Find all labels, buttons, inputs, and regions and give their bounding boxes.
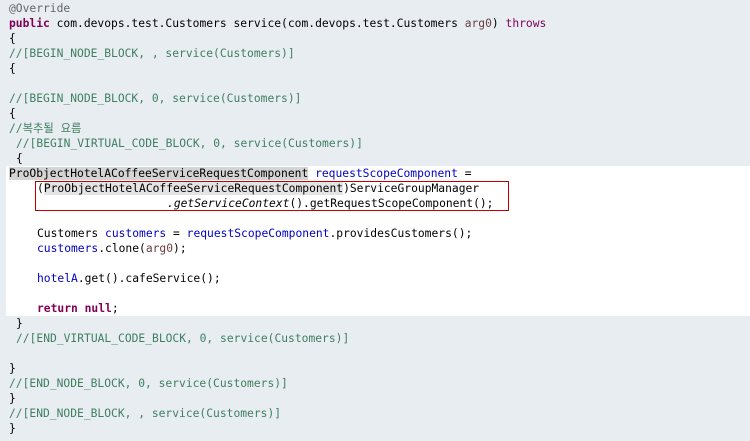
- code-line-5: {: [9, 61, 16, 76]
- code-line-17: customers.clone(arg0);: [37, 241, 187, 256]
- open-brace: {: [9, 32, 16, 45]
- arg0-ref: arg0: [145, 242, 174, 255]
- public-keyword: public: [9, 17, 50, 30]
- code-line-2: public com.devops.test.Customers service…: [9, 16, 546, 31]
- return-keyword: return: [37, 302, 78, 315]
- parameter-arg0: arg0: [464, 17, 492, 30]
- close-brace: }: [9, 362, 16, 375]
- override-annotation: @Override: [9, 2, 71, 15]
- open-brace: {: [9, 107, 16, 120]
- code-line-12: ProObjectHotelACoffeeServiceRequestCompo…: [9, 166, 472, 181]
- code-line-8: {: [9, 106, 16, 121]
- statement-end: ;: [111, 302, 119, 315]
- close-brace: }: [9, 392, 16, 405]
- close-brace: }: [9, 422, 16, 435]
- code-line-25: }: [9, 361, 16, 376]
- code-line-11: {: [16, 151, 23, 166]
- code-line-29: }: [9, 421, 16, 436]
- code-line-7: //[BEGIN_NODE_BLOCK, 0, service(Customer…: [9, 91, 301, 106]
- korean-comment: //복추될 요름: [9, 122, 82, 135]
- code-line-10: //[BEGIN_VIRTUAL_CODE_BLOCK, 0, service(…: [16, 136, 363, 151]
- customers-var: customers: [105, 227, 167, 240]
- code-line-26: //[END_NODE_BLOCK, 0, service(Customers)…: [9, 376, 288, 391]
- end-node-block-comment: //[END_NODE_BLOCK, , service(Customers)]: [9, 407, 282, 420]
- cafe-service-call: .get().cafeService();: [77, 272, 221, 285]
- assign-operator: =: [166, 227, 187, 240]
- statement-end: );: [173, 242, 187, 255]
- request-scope-component-ref: requestScopeComponent: [186, 227, 330, 240]
- end-node-block-comment: //[END_NODE_BLOCK, 0, service(Customers)…: [9, 377, 288, 390]
- code-line-19: hotelA.get().cafeService();: [37, 271, 221, 286]
- begin-virtual-code-block-comment: //[BEGIN_VIRTUAL_CODE_BLOCK, 0, service(…: [16, 137, 363, 150]
- hotelA-field: hotelA: [37, 272, 78, 285]
- code-line-27: }: [9, 391, 16, 406]
- request-scope-component-var: requestScopeComponent: [315, 167, 458, 180]
- open-brace: {: [9, 62, 16, 75]
- customers-type: Customers: [37, 227, 106, 240]
- code-line-22: }: [16, 316, 23, 331]
- code-line-4: //[BEGIN_NODE_BLOCK, , service(Customers…: [9, 46, 295, 61]
- method-signature: com.devops.test.Customers service(com.de…: [49, 17, 465, 30]
- selection-highlight-box: [35, 181, 509, 211]
- code-line-1: @Override: [9, 1, 70, 16]
- signature-close: ): [491, 17, 506, 30]
- close-brace: }: [16, 317, 23, 330]
- open-brace: {: [16, 152, 23, 165]
- customers-ref: customers: [37, 242, 99, 255]
- provides-customers-call: .providesCustomers();: [329, 227, 473, 240]
- clone-call: .clone(: [98, 242, 146, 255]
- begin-node-block-comment: //[BEGIN_NODE_BLOCK, 0, service(Customer…: [9, 92, 302, 105]
- begin-node-block-comment: //[BEGIN_NODE_BLOCK, , service(Customers…: [9, 47, 295, 60]
- code-editor[interactable]: @Override public com.devops.test.Custome…: [0, 0, 750, 441]
- code-line-16: Customers customers = requestScopeCompon…: [37, 226, 472, 241]
- code-line-21: return null;: [37, 301, 119, 316]
- assign-operator: =: [457, 167, 472, 180]
- null-keyword: null: [84, 302, 112, 315]
- code-line-23: //[END_VIRTUAL_CODE_BLOCK, 0, service(Cu…: [16, 331, 349, 346]
- code-line-9: //복추될 요름: [9, 121, 81, 136]
- end-virtual-code-block-comment: //[END_VIRTUAL_CODE_BLOCK, 0, service(Cu…: [16, 332, 350, 345]
- code-line-28: //[END_NODE_BLOCK, , service(Customers)]: [9, 406, 281, 421]
- throws-keyword: throws: [505, 17, 547, 30]
- component-type-highlighted: ProObjectHotelACoffeeServiceRequestCompo…: [9, 167, 309, 180]
- code-line-3: {: [9, 31, 16, 46]
